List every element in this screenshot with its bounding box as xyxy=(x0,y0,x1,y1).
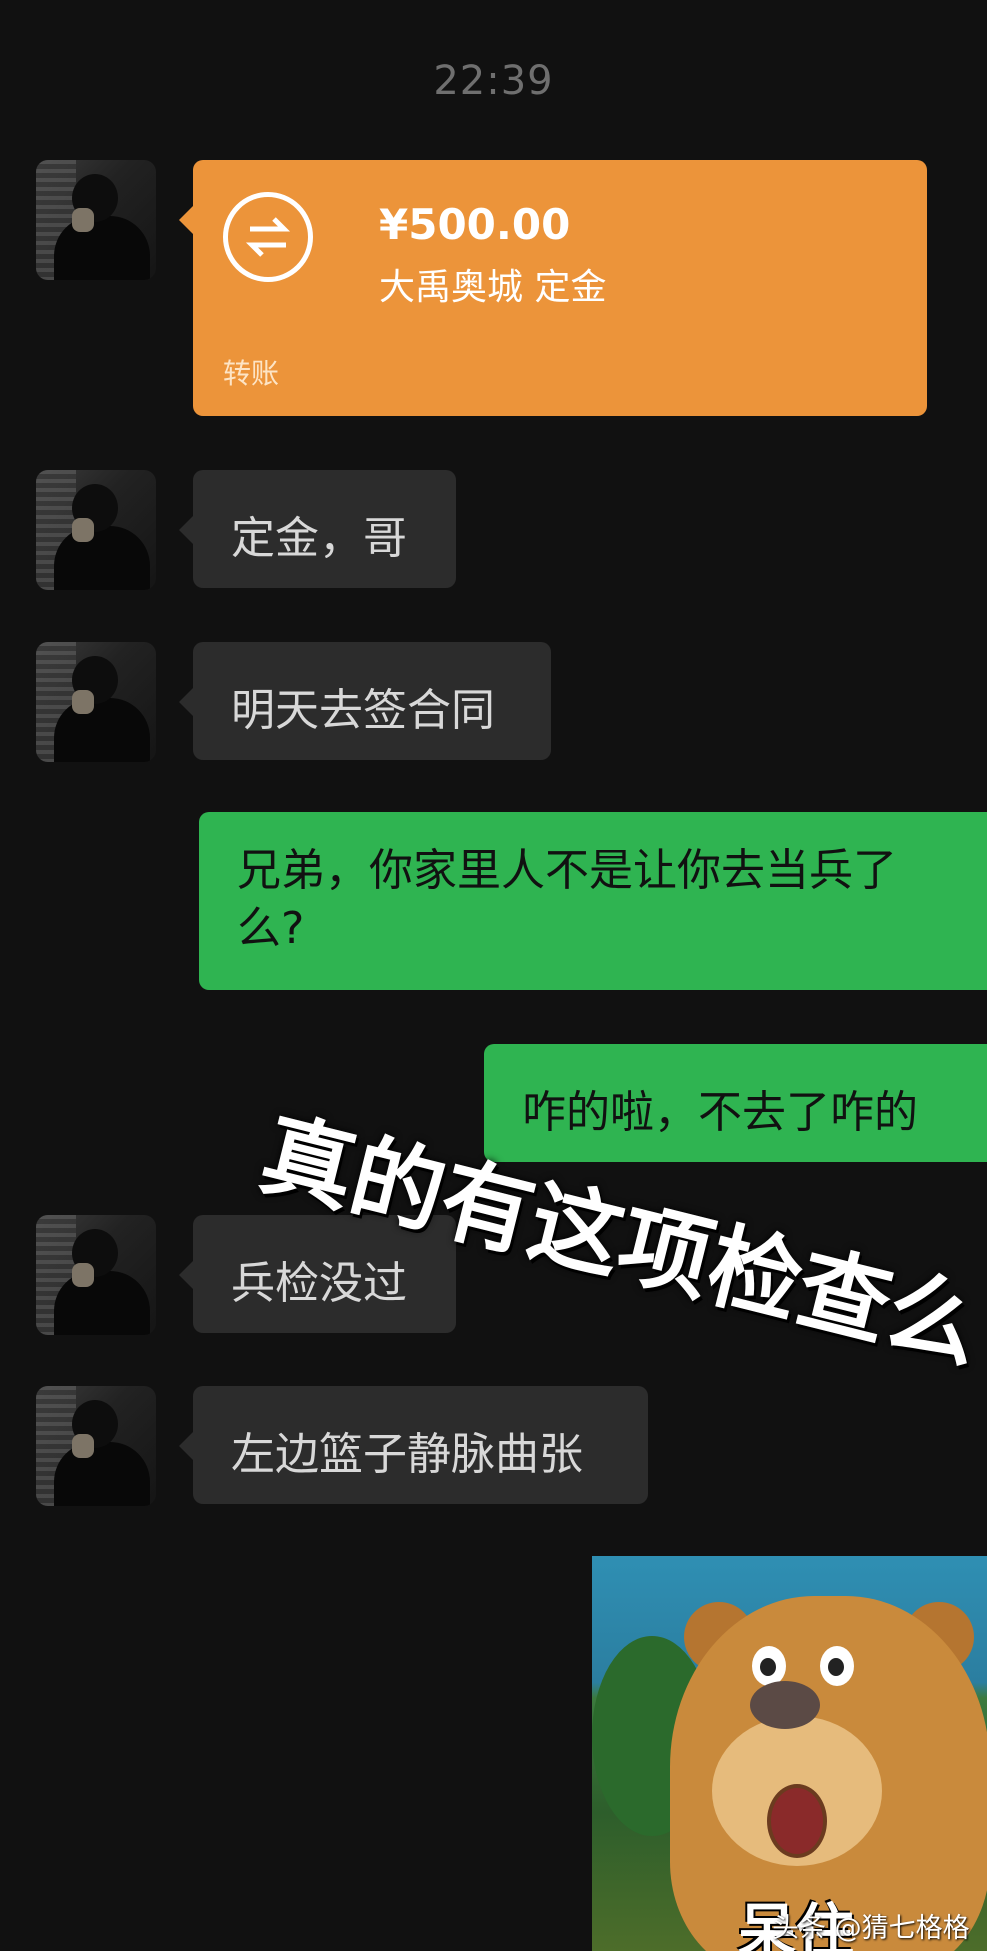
watermark: 头条 @猜七格格 xyxy=(772,1913,970,1944)
message-bubble-sent[interactable]: 兄弟，你家里人不是让你去当兵了 么? xyxy=(199,812,987,990)
message-timestamp: 22:39 xyxy=(433,58,554,104)
message-bubble-received[interactable]: 明天去签合同 xyxy=(179,642,551,760)
contact-avatar[interactable] xyxy=(36,1386,156,1506)
contact-avatar[interactable] xyxy=(36,470,156,590)
message-text: 明天去签合同 xyxy=(231,685,495,736)
message-text: 咋的啦，不去了咋的 xyxy=(522,1087,918,1138)
message-text-line: 么? xyxy=(237,903,305,954)
message-bubble-received[interactable]: 左边篮子静脉曲张 xyxy=(179,1386,648,1504)
contact-avatar[interactable] xyxy=(36,642,156,762)
transfer-amount: ¥500.00 xyxy=(379,200,571,249)
transfer-memo: 大禹奥城 定金 xyxy=(379,267,607,308)
transfer-card[interactable]: ¥500.00 大禹奥城 定金 转账 xyxy=(179,160,927,416)
contact-avatar[interactable] xyxy=(36,1215,156,1335)
message-text: 左边篮子静脉曲张 xyxy=(231,1429,583,1480)
transfer-label: 转账 xyxy=(223,357,280,390)
contact-avatar[interactable] xyxy=(36,160,156,280)
message-text: 定金，哥 xyxy=(231,513,407,564)
message-bubble-sent[interactable]: 咋的啦，不去了咋的 xyxy=(484,1044,987,1162)
message-text-line: 兄弟，你家里人不是让你去当兵了 xyxy=(237,845,897,896)
message-bubble-received[interactable]: 定金，哥 xyxy=(179,470,456,588)
transfer-arrows-icon xyxy=(223,192,313,282)
bear-sticker-image[interactable]: 呆住 xyxy=(592,1556,987,1951)
message-text: 兵检没过 xyxy=(231,1258,407,1309)
